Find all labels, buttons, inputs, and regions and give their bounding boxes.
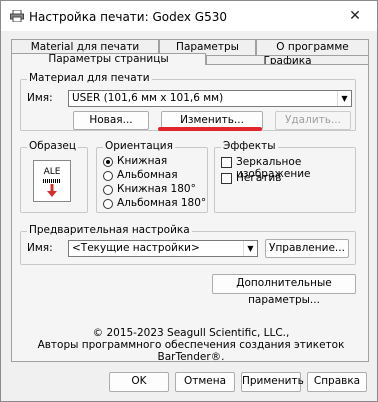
copyright-line-1: © 2015-2023 Seagull Scientific, LLC., (92, 327, 290, 339)
manage-presets-button[interactable]: Управление... (265, 239, 349, 258)
material-name-label: Имя: (27, 92, 53, 104)
delete-material-button[interactable]: Удалить... (275, 111, 351, 130)
radio-landscape-label: Альбомная (117, 169, 178, 181)
preset-name-label: Имя: (27, 242, 53, 254)
advanced-options-button[interactable]: Дополнительные параметры... (212, 274, 356, 306)
printer-icon (10, 10, 24, 22)
sample-group-label: Образец (27, 140, 79, 152)
radio-portrait-180[interactable] (103, 185, 113, 195)
radio-portrait[interactable] (103, 157, 113, 167)
cancel-button[interactable]: Отмена (175, 372, 235, 392)
copyright-line-2: Авторы программного обеспечения создания… (37, 339, 345, 363)
effects-group: Эффекты Зеркальное изображение Негатив (214, 140, 356, 213)
title-bar: Настройка печати: Godex G530 ✕ (1, 1, 377, 31)
orientation-group: Ориентация Книжная Альбомная Книжная 180… (96, 140, 208, 213)
tab-about[interactable]: О программе (256, 39, 369, 55)
radio-portrait-label: Книжная (117, 155, 168, 167)
negative-checkbox[interactable] (221, 173, 232, 184)
ok-button[interactable]: OK (109, 372, 169, 392)
highlight-underline (158, 127, 262, 131)
material-group: Материал для печати Имя: USER (101,6 мм … (20, 72, 356, 131)
print-settings-dialog: Настройка печати: Godex G530 ✕ Material … (0, 0, 378, 402)
radio-portrait-180-label: Книжная 180° (117, 183, 196, 195)
radio-landscape-180[interactable] (103, 199, 113, 209)
sample-preview: ALE (33, 160, 71, 202)
close-icon: ✕ (349, 8, 361, 24)
apply-button[interactable]: Применить (241, 372, 304, 392)
effects-group-label: Эффекты (221, 140, 278, 152)
material-group-label: Материал для печати (27, 72, 152, 84)
chevron-down-icon: ▼ (337, 91, 351, 106)
help-button[interactable]: Справка (307, 372, 367, 392)
preset-group: Предварительная настройка Имя: <Текущие … (20, 224, 356, 265)
arrow-down-icon (47, 184, 57, 197)
page-setup-panel: Материал для печати Имя: USER (101,6 мм … (11, 64, 369, 363)
radio-landscape-180-label: Альбомная 180° (117, 197, 207, 209)
negative-label: Негатив (236, 172, 282, 184)
mirror-checkbox[interactable] (221, 157, 232, 168)
window-title: Настройка печати: Godex G530 (29, 10, 228, 24)
sample-group: Образец ALE (20, 140, 88, 213)
close-button[interactable]: ✕ (333, 1, 377, 31)
tab-page-setup[interactable]: Параметры страницы (11, 53, 206, 65)
barcode-icon (43, 179, 61, 183)
chevron-down-icon: ▼ (243, 241, 257, 256)
new-material-button[interactable]: Новая... (73, 111, 149, 130)
preset-name-select[interactable]: <Текущие настройки> ▼ (68, 240, 258, 257)
orientation-group-label: Ориентация (103, 140, 175, 152)
radio-landscape[interactable] (103, 171, 113, 181)
sample-preview-text: ALE (43, 167, 61, 177)
preset-group-label: Предварительная настройка (27, 224, 192, 236)
material-name-select[interactable]: USER (101,6 мм x 101,6 мм) ▼ (68, 90, 352, 107)
